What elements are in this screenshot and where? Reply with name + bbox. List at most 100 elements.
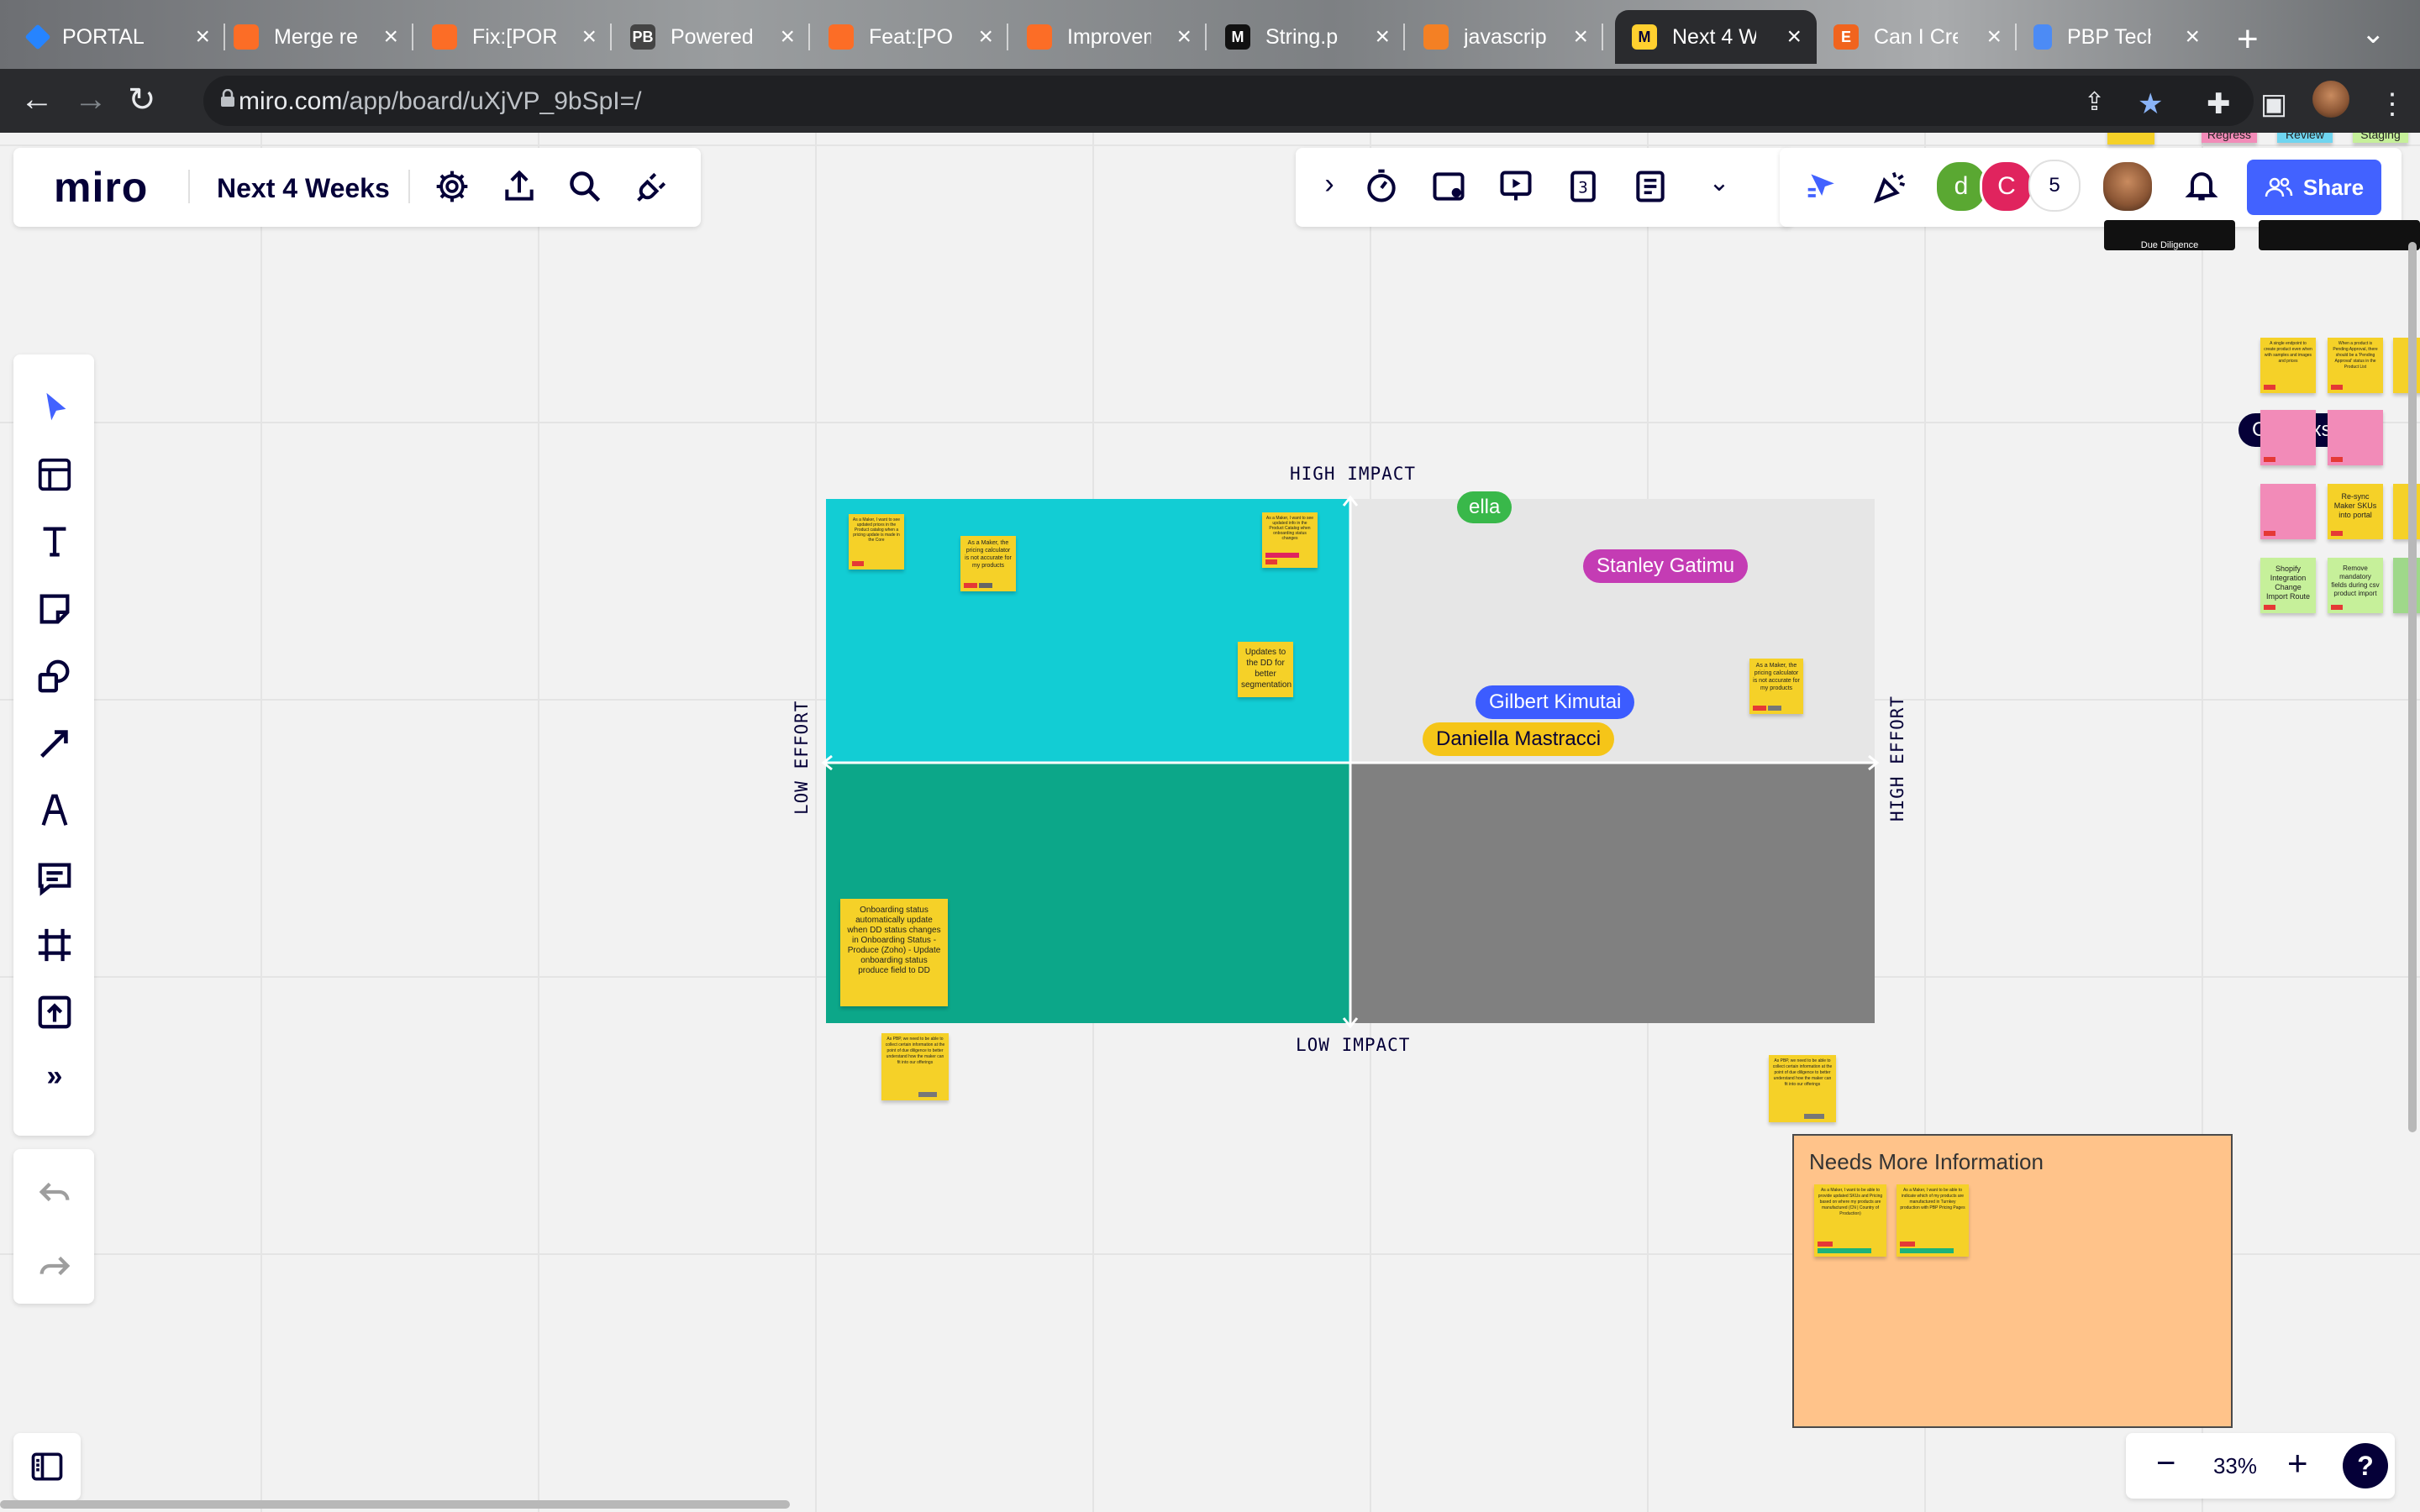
close-tab-icon[interactable]: ×: [1573, 23, 1588, 51]
sticky-note[interactable]: As a Maker, I want to be able to provide…: [1814, 1184, 1886, 1257]
browser-tab[interactable]: E Can I Cre ×: [1817, 10, 2017, 64]
reactions-icon[interactable]: [1872, 168, 1909, 205]
zoom-level[interactable]: 33%: [2210, 1453, 2260, 1479]
sticky-note[interactable]: As a Maker, I want to see updated prices…: [849, 514, 904, 570]
sidepanel-icon[interactable]: ▣: [2260, 87, 2287, 121]
sticky-note-icon[interactable]: [35, 590, 74, 628]
sticky-note[interactable]: Re-sync Maker SKUs into portal: [2328, 484, 2383, 539]
sticky-note[interactable]: As a Maker, the pricing calculator is no…: [960, 536, 1016, 591]
help-icon[interactable]: ?: [2343, 1443, 2388, 1488]
integrations-plug-icon[interactable]: [634, 168, 671, 205]
needs-more-information-frame[interactable]: Needs More Information As a Maker, I wan…: [1792, 1134, 2233, 1428]
sticky-note[interactable]: As a Maker, the pricing calculator is no…: [1749, 659, 1803, 714]
collaborator-count-badge[interactable]: 5: [2028, 160, 2081, 212]
close-tab-icon[interactable]: ×: [2185, 23, 2200, 51]
browser-tab[interactable]: Fix:[POR ×: [403, 10, 612, 64]
bookmark-star-icon[interactable]: ★: [2138, 87, 2163, 121]
presentation-icon[interactable]: [1497, 168, 1534, 205]
current-user-avatar[interactable]: [2101, 160, 2154, 213]
share-page-icon[interactable]: ⇪: [2084, 87, 2105, 117]
sticky-note[interactable]: When a product is Pending Approval, ther…: [2328, 338, 2383, 393]
horizontal-scrollbar[interactable]: [0, 1500, 790, 1509]
close-tab-icon[interactable]: ×: [1986, 23, 2002, 51]
redo-icon[interactable]: [35, 1247, 74, 1285]
notes-icon[interactable]: [1632, 168, 1669, 205]
sticky-note[interactable]: [2107, 133, 2154, 144]
sticky-note[interactable]: [2260, 484, 2316, 539]
sticky-note[interactable]: [2260, 410, 2316, 465]
voting-icon[interactable]: 3: [1565, 168, 1602, 205]
notifications-bell-icon[interactable]: [2183, 166, 2220, 203]
close-tab-icon[interactable]: ×: [1375, 23, 1390, 51]
board-panel-toggle[interactable]: [13, 1433, 81, 1500]
sticky-note[interactable]: As a Maker, I want to be able to indicat…: [1897, 1184, 1969, 1257]
sticky-note[interactable]: As PBP, we need to be able to collect ce…: [1769, 1055, 1836, 1122]
sticky-tag-regress[interactable]: Regress: [2202, 133, 2257, 143]
undo-icon[interactable]: [35, 1173, 74, 1211]
profile-avatar[interactable]: [2312, 81, 2349, 118]
export-icon[interactable]: [501, 168, 538, 205]
board-title[interactable]: Next 4 Weeks: [217, 173, 390, 204]
more-chevron-down-icon[interactable]: ⌄: [1701, 168, 1738, 205]
close-tab-icon[interactable]: ×: [383, 23, 398, 51]
follow-cursor-icon[interactable]: [1805, 168, 1842, 205]
templates-icon[interactable]: [35, 455, 74, 494]
miro-logo[interactable]: miro: [54, 163, 148, 212]
browser-tab[interactable]: Merge re ×: [205, 10, 413, 64]
extensions-icon[interactable]: ✚: [2207, 87, 2231, 121]
sticky-note[interactable]: Onboarding status automatically update w…: [840, 899, 948, 1006]
close-tab-icon[interactable]: ×: [1786, 23, 1802, 51]
timer-icon[interactable]: [1363, 168, 1400, 205]
browser-tab[interactable]: PORTAL b ×: [0, 10, 225, 64]
zoom-out-icon[interactable]: −: [2156, 1445, 2175, 1483]
sticky-note[interactable]: Remove mandatory fields during csv produ…: [2328, 558, 2383, 613]
miro-board-canvas[interactable]: miro Next 4 Weeks › 3 ⌄ d C 5 Share » HI…: [0, 133, 2420, 1512]
cursor-label-daniella: Daniella Mastracci: [1423, 722, 1615, 756]
chrome-menu-icon[interactable]: ⋮: [2378, 87, 2407, 121]
sticky-note[interactable]: [2328, 410, 2383, 465]
sticky-tag-staging[interactable]: Staging: [2353, 133, 2408, 143]
browser-tab[interactable]: PB Powered ×: [602, 10, 810, 64]
close-tab-icon[interactable]: ×: [1176, 23, 1192, 51]
pen-icon[interactable]: [35, 791, 74, 830]
close-tab-icon[interactable]: ×: [780, 23, 795, 51]
due-diligence-card[interactable]: Due Diligence: [2104, 220, 2235, 250]
video-chat-icon[interactable]: [1430, 168, 1467, 205]
url-field[interactable]: miro.com/app/board/uXjVP_9bSpI=/: [203, 76, 2254, 126]
close-tab-icon[interactable]: ×: [581, 23, 597, 51]
sticky-note[interactable]: As PBP, we need to be able to collect ce…: [881, 1033, 949, 1100]
vertical-scrollbar[interactable]: [2408, 242, 2417, 1132]
tab-search-icon[interactable]: ⌄: [2361, 17, 2386, 50]
text-tool-icon[interactable]: [35, 522, 74, 561]
close-tab-icon[interactable]: ×: [978, 23, 993, 51]
sticky-tag-review[interactable]: Review: [2277, 133, 2333, 143]
dark-card[interactable]: [2259, 220, 2420, 250]
zoom-in-icon[interactable]: +: [2287, 1443, 2308, 1483]
select-tool-icon[interactable]: [35, 388, 74, 427]
browser-tab-active[interactable]: M Next 4 W ×: [1615, 10, 1817, 64]
chevron-right-icon[interactable]: ›: [1311, 168, 1348, 205]
browser-tab[interactable]: Feat:[PO ×: [800, 10, 1008, 64]
collaborator-avatar[interactable]: C: [1980, 160, 2033, 213]
sticky-note[interactable]: As a Maker, I want to see updated info i…: [1262, 512, 1318, 568]
browser-tab[interactable]: M String.p ×: [1197, 10, 1405, 64]
connection-line-icon[interactable]: [35, 724, 74, 763]
frame-icon[interactable]: [35, 926, 74, 964]
search-icon[interactable]: [566, 168, 603, 205]
shapes-icon[interactable]: [35, 657, 74, 696]
forward-icon[interactable]: →: [74, 81, 108, 118]
share-button[interactable]: Share: [2247, 160, 2381, 215]
sticky-note[interactable]: Shopify Integration Change Import Route: [2260, 558, 2316, 613]
browser-tab[interactable]: PBP Tech ×: [2017, 10, 2215, 64]
upload-icon[interactable]: [35, 993, 74, 1032]
settings-icon[interactable]: [434, 168, 471, 205]
sticky-note[interactable]: Updates to the DD for better segmentatio…: [1238, 642, 1293, 697]
back-icon[interactable]: ←: [20, 81, 54, 118]
more-tools-icon[interactable]: »: [35, 1060, 74, 1099]
new-tab-button[interactable]: +: [2237, 18, 2259, 60]
browser-tab[interactable]: javascrip ×: [1395, 10, 1603, 64]
comment-icon[interactable]: [35, 858, 74, 897]
sticky-note[interactable]: A single endpoint to create product even…: [2260, 338, 2316, 393]
reload-icon[interactable]: ↻: [128, 81, 156, 119]
browser-tab[interactable]: Improvem ×: [998, 10, 1207, 64]
